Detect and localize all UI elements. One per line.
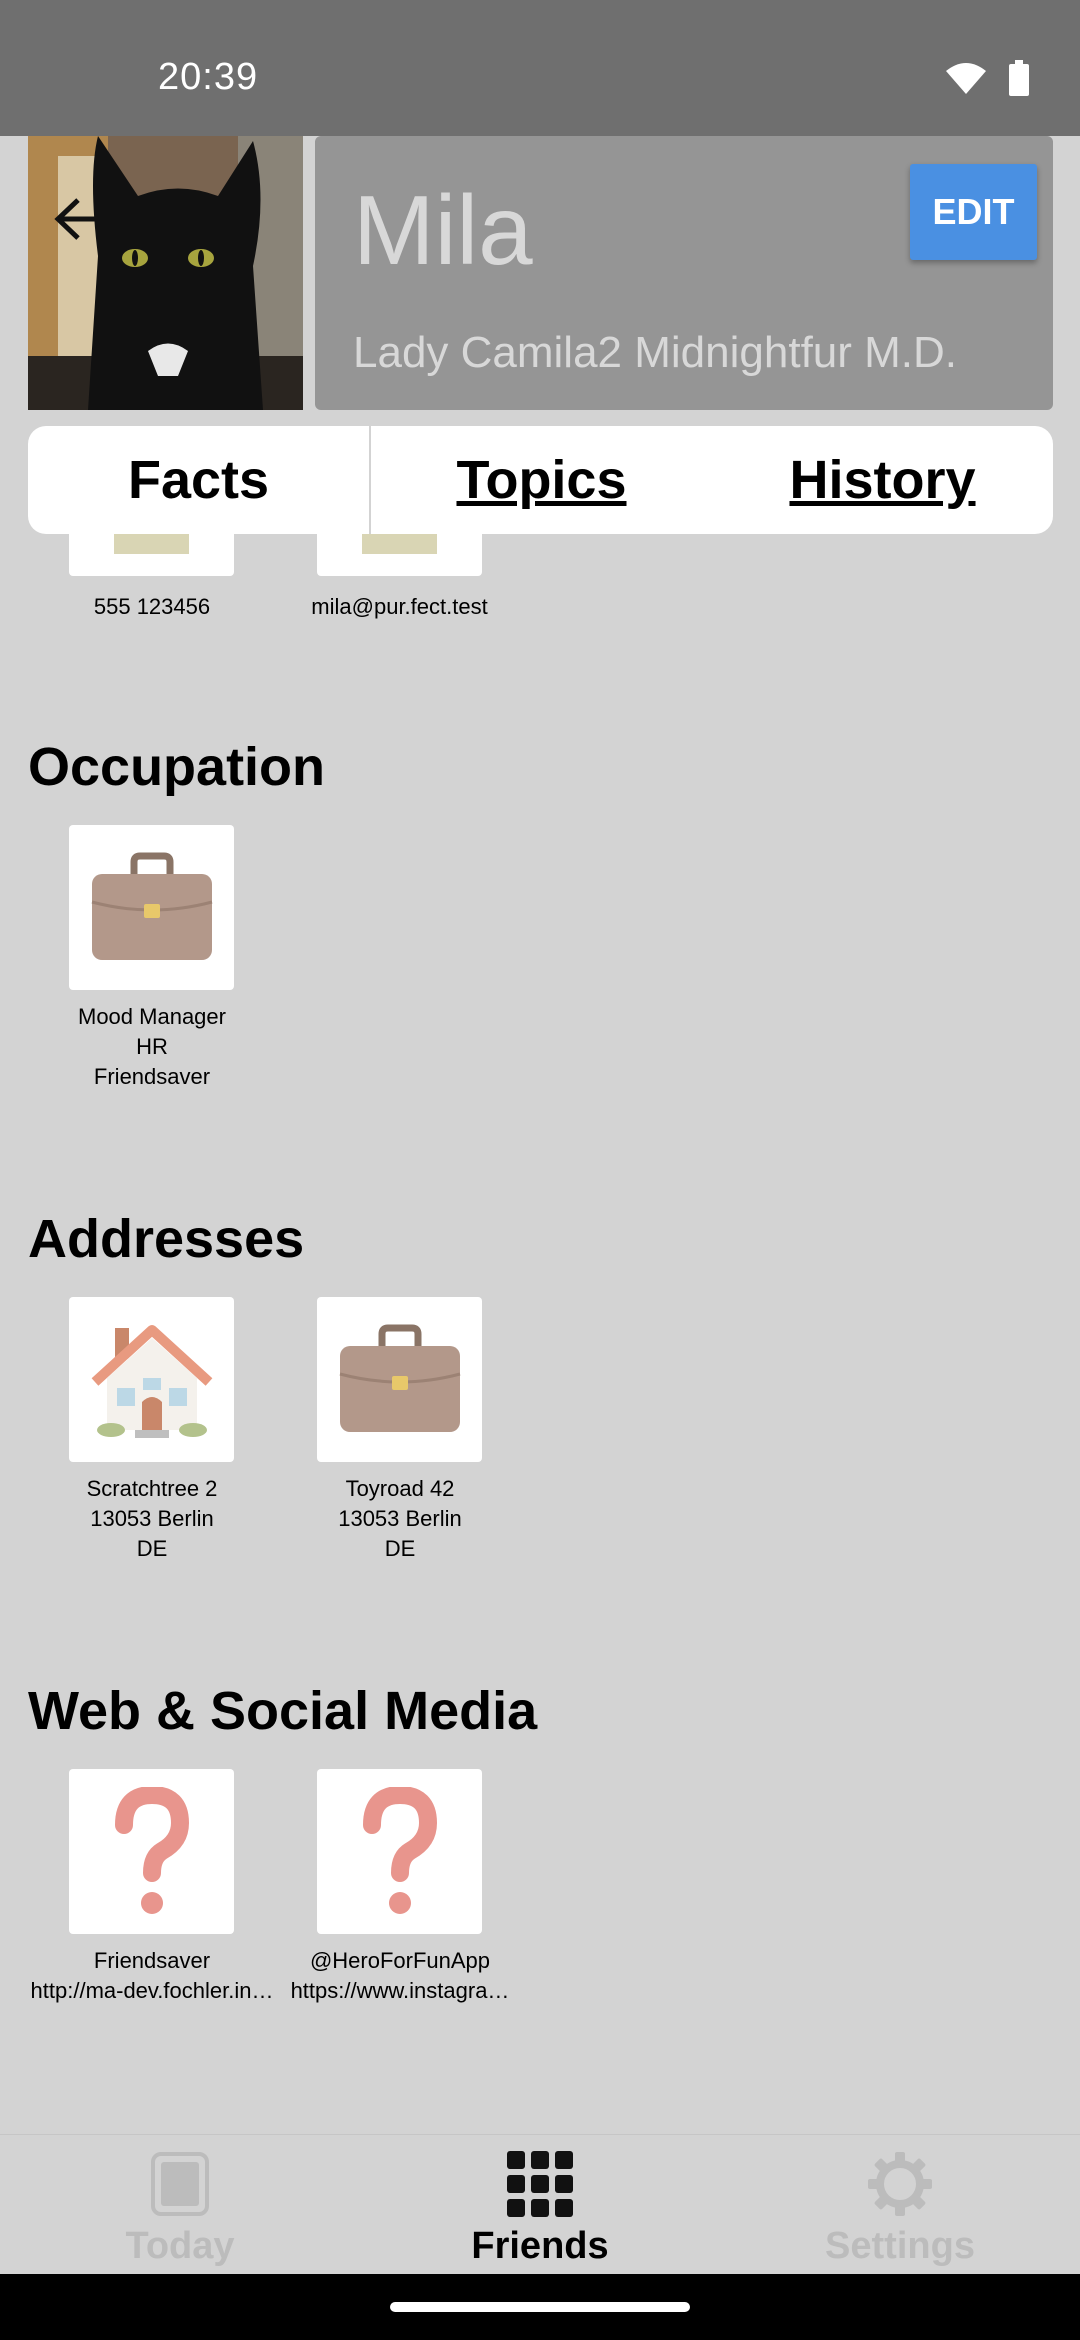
profile-name: Mila [353, 175, 533, 285]
contact-tile-phone[interactable] [69, 534, 234, 576]
address-tile-work[interactable] [317, 1297, 482, 1462]
edit-button[interactable]: EDIT [910, 164, 1037, 260]
address-home-city: 13053 Berlin [90, 1506, 214, 1531]
tab-facts[interactable]: Facts [28, 426, 371, 534]
address-work-label: Toyroad 42 13053 Berlin DE [300, 1474, 500, 1564]
profile-header: Mila Lady Camila2 Midnightfur M.D. EDIT [0, 136, 1080, 412]
nav-settings-label: Settings [825, 2225, 975, 2267]
contact-phone-label: 555 123456 [93, 594, 211, 619]
battery-icon [1008, 60, 1030, 101]
address-work-country: DE [384, 1536, 416, 1561]
web-instagram-url: https://www.instagra… [290, 1978, 510, 2003]
section-title-addresses: Addresses [28, 1209, 305, 1269]
contact-email-label: mila@pur.fect.test [311, 594, 488, 619]
section-title-occupation: Occupation [28, 737, 326, 797]
web-website-name: Friendsaver [93, 1948, 211, 1973]
web-instagram-handle: @HeroForFunApp [309, 1948, 491, 1973]
address-tile-home[interactable] [69, 1297, 234, 1462]
occupation-line-role: Mood Manager [78, 1004, 226, 1029]
section-title-web: Web & Social Media [28, 1681, 538, 1741]
address-work-city: 13053 Berlin [338, 1506, 462, 1531]
web-website-label: Friendsaver http://ma-dev.fochler.in… [22, 1946, 282, 2006]
home-gesture-handle[interactable] [390, 2302, 690, 2312]
status-bar: 20:39 [0, 0, 1080, 136]
occupation-line-department: HR [136, 1034, 168, 1059]
name-card: Mila Lady Camila2 Midnightfur M.D. EDIT [315, 136, 1053, 410]
tablet-icon [145, 2149, 215, 2219]
occupation-label: Mood Manager HR Friendsaver [52, 1002, 252, 1092]
address-home-label: Scratchtree 2 13053 Berlin DE [52, 1474, 252, 1564]
arrow-left-icon [54, 198, 102, 240]
house-icon [91, 1324, 212, 1438]
occupation-line-company: Friendsaver [93, 1064, 211, 1089]
status-icons [944, 60, 1030, 101]
address-work-street: Toyroad 42 [345, 1476, 455, 1501]
grid-icon [505, 2149, 575, 2219]
nav-today[interactable]: Today [0, 2135, 360, 2275]
wifi-icon [944, 61, 988, 100]
tab-topics[interactable]: Topics [371, 426, 712, 534]
tab-bar: Facts Topics History [28, 426, 1053, 534]
address-home-street: Scratchtree 2 [86, 1476, 218, 1501]
nav-today-label: Today [125, 2225, 235, 2267]
nav-friends[interactable]: Friends [360, 2135, 720, 2275]
bottom-nav: Today Friends Settings [0, 2134, 1080, 2274]
gesture-bar [0, 2274, 1080, 2340]
web-website-url: http://ma-dev.fochler.in… [30, 1978, 274, 2003]
status-time: 20:39 [158, 56, 259, 98]
web-tile-website[interactable] [69, 1769, 234, 1934]
contact-tile-email[interactable] [317, 534, 482, 576]
web-tile-instagram[interactable] [317, 1769, 482, 1934]
address-home-country: DE [136, 1536, 168, 1561]
nav-settings[interactable]: Settings [720, 2135, 1080, 2275]
tab-history[interactable]: History [712, 426, 1053, 534]
profile-full-name: Lady Camila2 Midnightfur M.D. [353, 328, 958, 377]
question-icon [114, 1786, 189, 1914]
nav-friends-label: Friends [471, 2225, 609, 2267]
back-button[interactable] [44, 184, 114, 254]
briefcase-icon [91, 852, 212, 960]
facts-content[interactable]: 555 123456 mila@pur.fect.test Occupation… [0, 534, 1080, 2134]
question-icon [362, 1786, 437, 1914]
web-instagram-label: @HeroForFunApp https://www.instagra… [280, 1946, 520, 2006]
profile-photo [28, 136, 303, 410]
briefcase-icon [339, 1324, 460, 1432]
occupation-tile[interactable] [69, 825, 234, 990]
gear-icon [865, 2149, 935, 2219]
